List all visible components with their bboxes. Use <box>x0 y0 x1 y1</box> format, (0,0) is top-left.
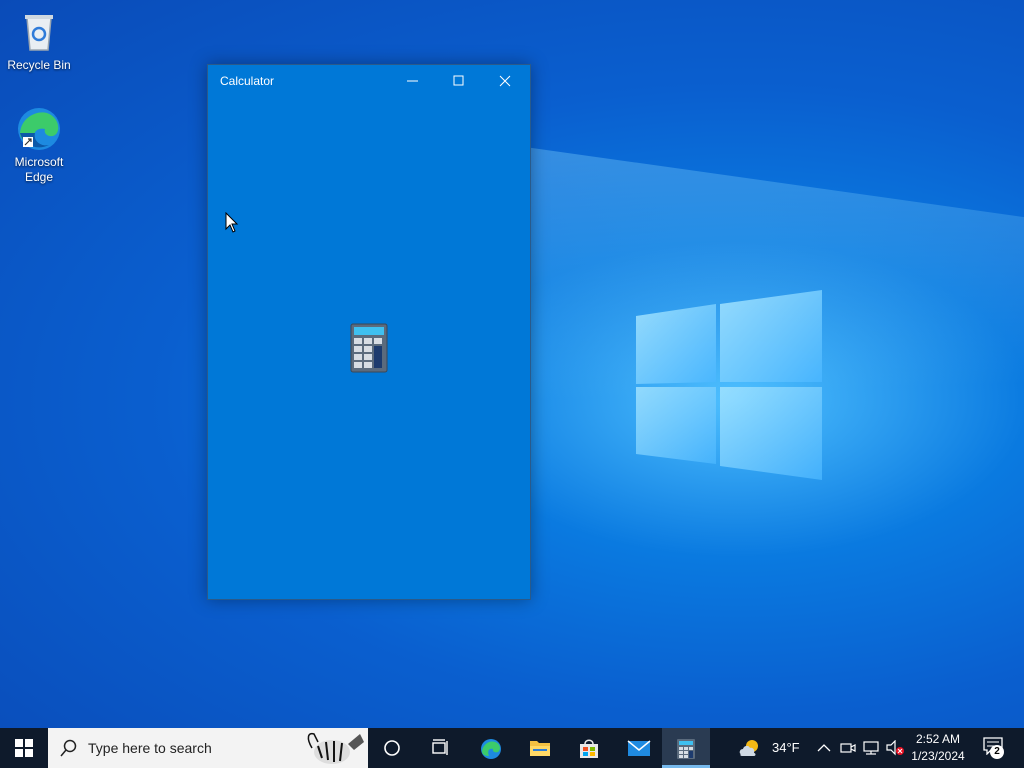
edge-taskbar-button[interactable] <box>466 728 514 768</box>
start-button[interactable] <box>0 728 48 768</box>
notification-count-badge: 2 <box>990 745 1004 759</box>
zebra-search-highlight-icon <box>307 732 364 764</box>
calculator-window[interactable]: Calculator <box>207 64 531 600</box>
clock[interactable]: 2:52 AM 1/23/2024 <box>908 731 968 765</box>
show-hidden-icons-button[interactable] <box>814 728 834 768</box>
clock-time: 2:52 AM <box>915 732 961 746</box>
clock-date: 1/23/2024 <box>911 749 965 763</box>
window-title: Calculator <box>220 74 275 88</box>
weather-temperature: 34°F <box>772 740 800 755</box>
store-icon <box>580 739 598 758</box>
maximize-icon <box>453 75 464 86</box>
meet-now-button[interactable] <box>838 728 856 768</box>
close-button[interactable] <box>482 65 528 97</box>
search-placeholder: Type here to search <box>88 740 212 756</box>
network-button[interactable] <box>860 728 882 768</box>
task-view-icon <box>432 739 448 755</box>
file-explorer-button[interactable] <box>515 728 563 768</box>
action-center-button[interactable]: 2 <box>980 728 1014 768</box>
chevron-up-icon <box>817 744 831 752</box>
taskbar-search-box[interactable]: Type here to search <box>48 728 368 768</box>
maximize-button[interactable] <box>436 65 482 97</box>
minimize-button[interactable] <box>390 65 436 97</box>
mail-icon <box>627 740 651 756</box>
calculator-splash-icon <box>350 323 388 373</box>
camera-icon <box>840 743 856 753</box>
taskbar: Type here to search 34°F 2:52 AM 1/23/20… <box>0 728 1024 768</box>
calculator-taskbar-button[interactable] <box>662 728 710 768</box>
edge-label: Microsoft Edge <box>14 155 64 184</box>
volume-muted-icon <box>886 740 904 756</box>
windows-logo-wallpaper <box>636 290 822 480</box>
desktop: Recycle Bin Microsoft Edge Calculator <box>0 0 1024 728</box>
calculator-icon <box>677 739 695 759</box>
task-view-button[interactable] <box>416 728 464 768</box>
mail-button[interactable] <box>613 728 661 768</box>
search-icon <box>60 739 77 757</box>
cortana-button[interactable] <box>368 728 416 768</box>
edge-desktop-icon[interactable]: Microsoft Edge <box>3 105 75 185</box>
weather-partly-cloudy-icon <box>739 740 758 756</box>
recycle-bin-label: Recycle Bin <box>7 58 71 72</box>
windows-start-icon <box>15 739 33 757</box>
recycle-bin-icon <box>15 8 63 56</box>
edge-icon <box>15 105 63 153</box>
file-explorer-icon <box>530 741 550 756</box>
recycle-bin-desktop-icon[interactable]: Recycle Bin <box>3 8 75 73</box>
store-button[interactable] <box>564 728 612 768</box>
close-icon <box>499 75 511 87</box>
minimize-icon <box>407 80 418 82</box>
volume-button[interactable] <box>884 728 906 768</box>
edge-icon <box>481 739 501 759</box>
network-icon <box>863 741 879 755</box>
mouse-cursor-icon <box>225 212 239 233</box>
title-bar[interactable]: Calculator <box>208 65 530 97</box>
cortana-icon <box>384 740 400 756</box>
